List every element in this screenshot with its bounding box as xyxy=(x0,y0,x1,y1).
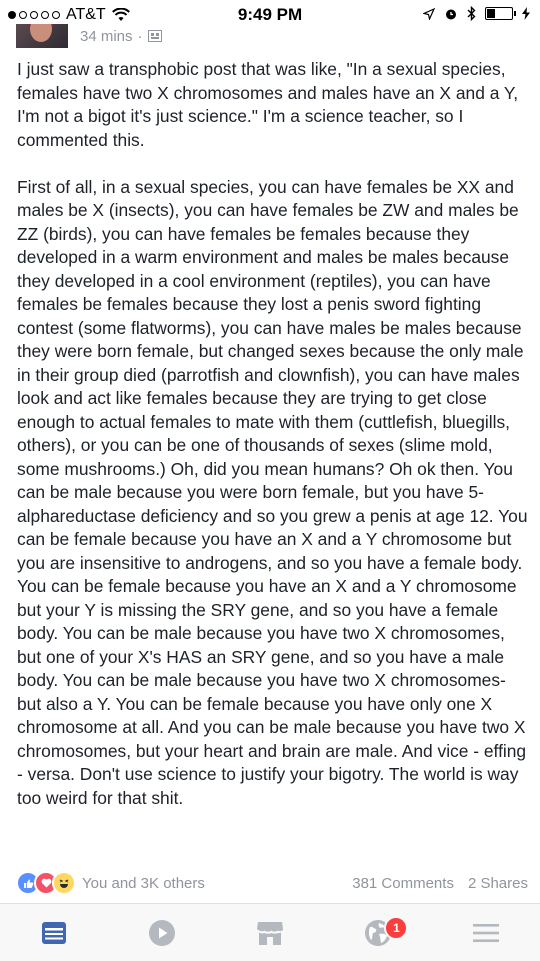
charging-bolt-icon xyxy=(522,7,530,20)
post-body: I just saw a transphobic post that was l… xyxy=(17,58,529,810)
meta-separator: · xyxy=(137,27,143,45)
marketplace-icon xyxy=(257,921,283,945)
bluetooth-icon xyxy=(467,6,476,21)
tab-news-feed[interactable] xyxy=(0,904,108,961)
post-header: 34 mins · xyxy=(16,24,162,48)
tab-notifications[interactable]: 1 xyxy=(324,904,432,961)
news-feed-icon xyxy=(42,921,66,944)
post-timestamp[interactable]: 34 mins xyxy=(80,28,133,45)
tab-video[interactable] xyxy=(108,904,216,961)
reaction-icons[interactable] xyxy=(16,871,76,895)
bottom-tab-bar: 1 xyxy=(0,903,540,961)
tab-menu[interactable] xyxy=(432,904,540,961)
avatar[interactable] xyxy=(16,24,68,48)
audience-friends-icon[interactable] xyxy=(147,30,162,42)
notifications-badge: 1 xyxy=(384,916,409,940)
location-arrow-icon xyxy=(423,7,435,20)
battery-icon xyxy=(485,7,516,20)
post-paragraph-intro: I just saw a transphobic post that was l… xyxy=(17,59,519,150)
comments-count[interactable]: 381 Comments xyxy=(352,875,454,892)
tab-marketplace[interactable] xyxy=(216,904,324,961)
shares-count[interactable]: 2 Shares xyxy=(468,875,528,892)
post-paragraph-main: First of all, in a sexual species, you c… xyxy=(17,176,528,808)
reactions-bar: You and 3K others 381 Comments 2 Shares xyxy=(16,871,528,895)
alarm-clock-icon xyxy=(446,9,456,19)
reactions-summary[interactable]: You and 3K others xyxy=(82,875,205,892)
menu-icon xyxy=(473,923,499,942)
post-meta: 34 mins · xyxy=(80,28,162,45)
haha-icon xyxy=(52,871,76,895)
video-icon xyxy=(149,919,175,946)
